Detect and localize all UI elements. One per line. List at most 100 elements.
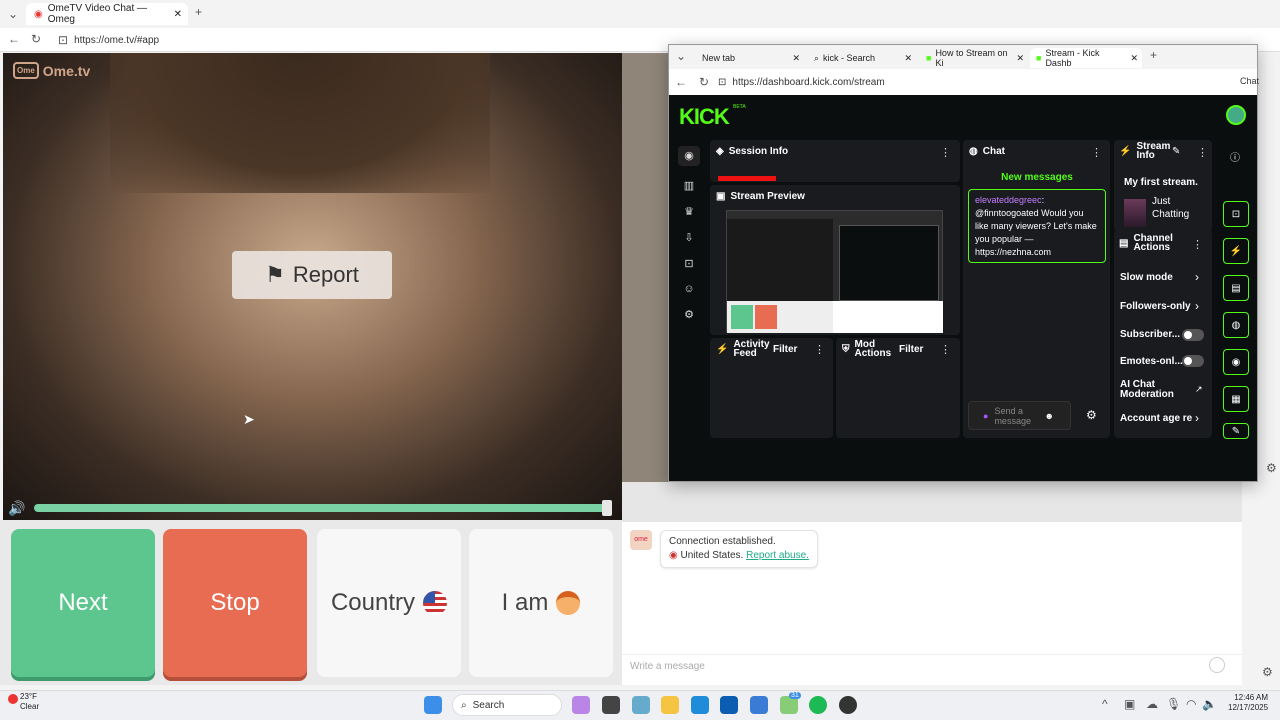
layout-icon[interactable]: ▦ — [1223, 386, 1249, 412]
tray-cloud-icon[interactable]: ☁ — [1146, 698, 1158, 710]
reload-icon[interactable]: ↻ — [31, 33, 41, 45]
store-icon[interactable] — [720, 696, 738, 714]
spotify-icon[interactable] — [809, 696, 827, 714]
weather-widget[interactable]: 23°F Clear — [20, 692, 39, 712]
obs-icon[interactable] — [839, 696, 857, 714]
next-button[interactable]: Next — [11, 529, 155, 677]
site-info-icon[interactable]: ⊡ — [58, 34, 68, 46]
tray-app-icon[interactable]: ▣ — [1124, 698, 1135, 710]
stream-info-menu-icon[interactable]: ⋮ — [1197, 146, 1208, 159]
followers-only-item[interactable]: Followers-only — [1120, 301, 1191, 312]
emote-icon[interactable]: ☻ — [1044, 411, 1053, 421]
volume-slider[interactable] — [34, 504, 609, 512]
file-explorer-icon[interactable] — [661, 696, 679, 714]
profile-avatar[interactable] — [1226, 105, 1246, 125]
ai-moderation-item[interactable]: AI Chat Moderation — [1120, 380, 1184, 400]
close-tab-icon[interactable]: ✕ — [1016, 53, 1024, 64]
subscriber-toggle[interactable] — [1182, 329, 1204, 341]
report-button[interactable]: ⚑ Report — [232, 251, 392, 299]
account-age-item[interactable]: Account age re — [1120, 413, 1192, 424]
community-nav-icon[interactable]: ☺ — [683, 283, 694, 295]
account-age-chevron-icon[interactable]: › — [1195, 411, 1199, 425]
copilot-icon[interactable] — [632, 696, 650, 714]
app-icon-1[interactable] — [572, 696, 590, 714]
stop-button[interactable]: Stop — [163, 529, 307, 677]
windows-start-icon[interactable] — [424, 696, 442, 714]
bolt-icon[interactable]: ⚡ — [1223, 238, 1249, 264]
slow-mode-chevron-icon[interactable]: › — [1195, 270, 1199, 284]
mod-menu-icon[interactable]: ⋮ — [940, 343, 951, 356]
copilot-chat-button[interactable]: Chat — [1240, 76, 1259, 86]
emoji-icon[interactable] — [1209, 657, 1225, 673]
channel-actions-menu-icon[interactable]: ⋮ — [1192, 238, 1203, 251]
back-icon-2[interactable]: ← — [675, 76, 687, 88]
tab-how-to-stream[interactable]: ■ How to Stream on Ki ✕ — [920, 48, 1028, 68]
tab-kick-search[interactable]: ⌕ kick - Search ✕ — [808, 48, 916, 68]
clips-nav-icon[interactable]: ⊡ — [684, 257, 693, 270]
reload-icon-2[interactable]: ↻ — [699, 76, 709, 88]
speaker-icon[interactable]: 🔈 — [1202, 698, 1217, 710]
volume-icon[interactable]: 🔊 — [8, 500, 25, 517]
close-tab-icon[interactable]: ✕ — [1130, 53, 1138, 64]
sidebar-settings-icon[interactable]: ⚙ — [1266, 462, 1277, 474]
close-tab-icon[interactable]: ✕ — [792, 53, 800, 64]
send-message-input[interactable]: ● Send a message ☻ — [968, 401, 1071, 430]
slow-mode-item[interactable]: Slow mode — [1120, 272, 1173, 283]
taskbar-search[interactable]: ⌕ Search — [452, 694, 562, 716]
new-tab-button[interactable]: + — [195, 6, 202, 18]
notes-icon[interactable]: ▤ — [1223, 275, 1249, 301]
stream-nav-icon[interactable]: ◉ — [678, 146, 700, 166]
chat-menu-icon[interactable]: ⋮ — [1091, 146, 1102, 159]
session-menu-icon[interactable]: ⋮ — [940, 146, 951, 159]
clock[interactable]: 12:46 AM 12/17/2025 — [1228, 693, 1268, 713]
outlook-icon[interactable] — [750, 696, 768, 714]
tab-ometv[interactable]: ◉ OmeTV Video Chat — Omeg ✕ — [26, 3, 188, 25]
site-info-icon[interactable]: ⊡ — [718, 77, 726, 88]
kick-url-field[interactable]: ⊡ https://dashboard.kick.com/stream — [718, 73, 1138, 91]
chat-icon[interactable]: ◍ — [1223, 312, 1249, 338]
settings-icon[interactable]: ⚙ — [1262, 666, 1273, 678]
temperature: 23°F — [20, 692, 37, 701]
wifi-icon[interactable]: ◠ — [1186, 698, 1196, 710]
download-nav-icon[interactable]: ⇩ — [684, 231, 693, 244]
analytics-nav-icon[interactable]: ▥ — [684, 179, 694, 192]
country-button[interactable]: Country — [317, 529, 461, 677]
microphone-tray-icon[interactable]: 🎙 — [1166, 698, 1181, 710]
close-tab-icon[interactable]: ✕ — [904, 53, 912, 64]
info-icon[interactable]: ⓘ — [1230, 149, 1240, 164]
edit-pencil-icon[interactable]: ✎ — [1172, 146, 1180, 157]
tab-kick-dashboard[interactable]: ■ Stream - Kick Dashb ✕ — [1030, 48, 1142, 68]
edge-icon[interactable] — [691, 696, 709, 714]
task-view-icon[interactable] — [602, 696, 620, 714]
settings-nav-icon[interactable]: ⚙ — [684, 308, 694, 321]
tab-list-icon-2[interactable]: ⌄ — [676, 50, 686, 62]
gender-button[interactable]: I am — [469, 529, 613, 677]
activity-menu-icon[interactable]: ⋮ — [814, 343, 825, 356]
back-icon[interactable]: ← — [8, 33, 20, 45]
category-name[interactable]: Just Chatting — [1152, 195, 1196, 221]
tab-list-icon[interactable]: ⌄ — [8, 8, 18, 20]
activity-filter-button[interactable]: Filter — [773, 344, 797, 355]
url-field[interactable]: ⊡ https://ome.tv/#app — [52, 31, 662, 49]
kick-logo[interactable]: KICK — [679, 104, 730, 130]
chat-username[interactable]: elevateddegreec — [975, 195, 1042, 205]
clip-icon[interactable]: ⊡ — [1223, 201, 1249, 227]
wrench-icon[interactable]: ✎ — [1223, 423, 1249, 439]
tray-chevron-icon[interactable]: ^ — [1102, 698, 1108, 710]
external-link-icon[interactable]: ↗ — [1195, 384, 1203, 395]
message-input[interactable]: Write a message — [622, 654, 1242, 678]
volume-slider-thumb[interactable] — [602, 500, 612, 516]
close-tab-icon[interactable]: ✕ — [174, 9, 182, 20]
new-messages-divider[interactable]: New messages — [967, 172, 1107, 183]
trophy-nav-icon[interactable]: ♛ — [684, 205, 694, 218]
report-abuse-link[interactable]: Report abuse. — [746, 550, 809, 561]
tab-new[interactable]: New tab ✕ — [696, 48, 804, 68]
broadcast-icon[interactable]: ◉ — [1223, 349, 1249, 375]
mod-filter-button[interactable]: Filter — [899, 344, 923, 355]
followers-only-chevron-icon[interactable]: › — [1195, 299, 1199, 313]
chat-settings-icon[interactable]: ⚙ — [1086, 409, 1097, 421]
emotes-only-toggle[interactable] — [1182, 355, 1204, 367]
country-label: Country — [330, 589, 416, 616]
new-tab-button-2[interactable]: + — [1150, 49, 1157, 61]
microphone-icon[interactable]: ● — [983, 411, 988, 421]
